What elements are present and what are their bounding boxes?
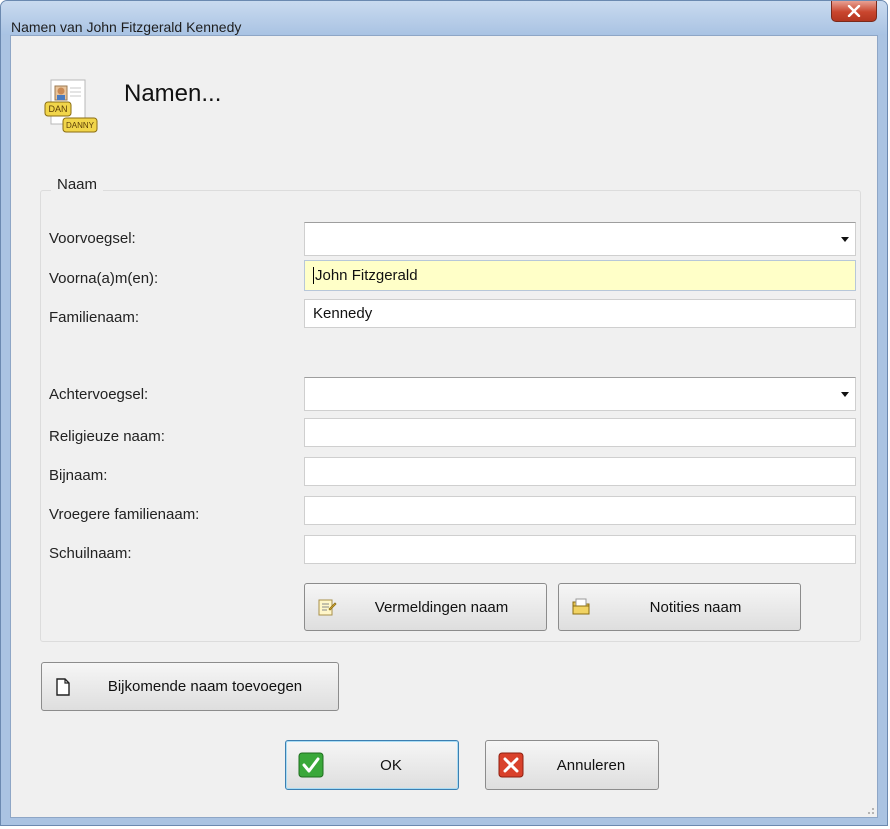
new-document-icon xyxy=(56,677,70,696)
icon-badge-dan: DAN xyxy=(48,104,67,114)
familienaam-label: Familienaam: xyxy=(49,309,140,326)
religieuze-naam-label: Religieuze naam: xyxy=(49,428,165,445)
citations-icon xyxy=(318,599,337,616)
name-group-box xyxy=(40,190,861,642)
cancel-icon xyxy=(498,752,524,778)
achtervoegsel-combo[interactable] xyxy=(304,377,856,411)
page-title: Namen... xyxy=(124,80,222,107)
vroegere-familienaam-input[interactable] xyxy=(304,496,856,525)
religieuze-naam-input[interactable] xyxy=(304,418,856,447)
icon-badge-danny: DANNY xyxy=(66,121,95,130)
notes-folder-icon xyxy=(572,598,590,615)
ok-label: OK xyxy=(380,756,402,774)
notities-naam-button[interactable]: Notities naam xyxy=(558,583,801,631)
title-bar[interactable]: Namen van John Fitzgerald Kennedy xyxy=(1,1,887,35)
voornamen-label: Voorna(a)m(en): xyxy=(49,270,159,287)
check-icon xyxy=(298,752,324,778)
achtervoegsel-label: Achtervoegsel: xyxy=(49,386,149,403)
close-button[interactable] xyxy=(831,1,877,22)
names-card-icon: DAN DANNY xyxy=(37,78,101,140)
text-cursor xyxy=(313,267,314,284)
annuleren-label: Annuleren xyxy=(556,756,626,774)
group-legend: Naam xyxy=(51,176,104,193)
schuilnaam-input[interactable] xyxy=(304,535,856,564)
notities-naam-label: Notities naam xyxy=(649,598,742,616)
vermeldingen-naam-label: Vermeldingen naam xyxy=(374,598,509,616)
bijkomende-naam-label: Bijkomende naam toevoegen xyxy=(107,678,303,695)
voorvoegsel-combo[interactable] xyxy=(304,222,856,256)
voornamen-input[interactable]: John Fitzgerald xyxy=(304,260,856,291)
schuilnaam-label: Schuilnaam: xyxy=(49,545,132,562)
bijnaam-input[interactable] xyxy=(304,457,856,486)
close-icon xyxy=(847,5,861,17)
ok-button[interactable]: OK xyxy=(285,740,459,790)
bijnaam-label: Bijnaam: xyxy=(49,467,108,484)
annuleren-button[interactable]: Annuleren xyxy=(485,740,659,790)
vroegere-familienaam-label: Vroegere familienaam: xyxy=(49,506,200,523)
dialog-window: Namen van John Fitzgerald Kennedy DAN DA… xyxy=(0,0,888,826)
familienaam-value: Kennedy xyxy=(313,305,373,322)
chevron-down-icon[interactable] xyxy=(841,237,849,242)
voorvoegsel-label: Voorvoegsel: xyxy=(49,230,136,247)
familienaam-input[interactable]: Kennedy xyxy=(304,299,856,328)
window-title: Namen van John Fitzgerald Kennedy xyxy=(11,19,242,35)
vermeldingen-naam-button[interactable]: Vermeldingen naam xyxy=(304,583,547,631)
chevron-down-icon[interactable] xyxy=(841,392,849,397)
dialog-body: DAN DANNY Namen... Naam Voorvoegsel: Voo… xyxy=(10,35,878,818)
bijkomende-naam-button[interactable]: Bijkomende naam toevoegen xyxy=(41,662,339,711)
voornamen-value: John Fitzgerald xyxy=(315,267,418,284)
resize-grip-icon[interactable] xyxy=(863,803,875,815)
